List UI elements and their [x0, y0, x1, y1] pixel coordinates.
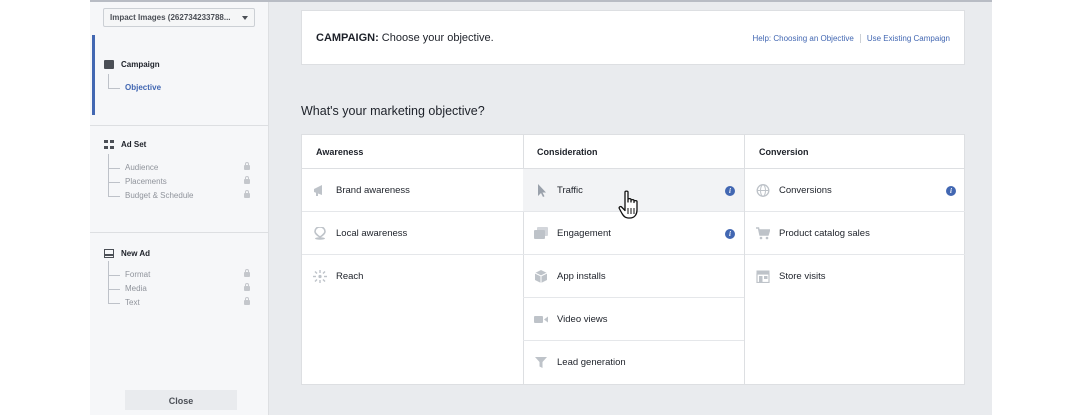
column-conversion: Conversion Conversions i Product catalog… — [745, 135, 965, 384]
video-camera-icon — [534, 316, 548, 323]
column-consideration: Consideration Traffic i Engagement i App… — [523, 135, 745, 384]
objective-lead-generation[interactable]: Lead generation — [523, 341, 744, 384]
campaign-steps: Objective — [108, 74, 258, 95]
hand-pointer-cursor-icon — [618, 190, 638, 219]
shopping-cart-icon — [756, 227, 770, 240]
objective-store-visits[interactable]: Store visits — [745, 255, 965, 298]
objective-product-catalog-sales[interactable]: Product catalog sales — [745, 212, 965, 255]
sidebar-section-new-ad: New Ad Format Media Text — [90, 232, 268, 333]
globe-icon — [756, 184, 770, 197]
objective-label: Brand awareness — [336, 185, 410, 196]
column-heading: Conversion — [745, 135, 965, 169]
engagement-icon — [534, 227, 548, 239]
header-links: Help: Choosing an Objective Use Existing … — [752, 34, 950, 44]
objective-reach[interactable]: Reach — [302, 255, 523, 298]
objective-label: Engagement — [557, 228, 611, 239]
divider — [859, 34, 861, 44]
section-heading: What's your marketing objective? — [301, 104, 485, 118]
page-title-rest: Choose your objective. — [378, 32, 494, 44]
objective-label: App installs — [557, 271, 606, 282]
sidebar-item-label: Objective — [125, 83, 162, 92]
objective-label: Local awareness — [336, 228, 408, 239]
objective-grid: Awareness Brand awareness Local awarenes… — [301, 134, 965, 385]
objective-label: Product catalog sales — [779, 228, 870, 239]
sidebar-item-label: Media — [125, 284, 147, 293]
ads-manager-window: Impact Images (262734233788... Campaign … — [90, 0, 992, 415]
sidebar-item-new-ad[interactable]: New Ad — [104, 249, 151, 259]
objective-label: Video views — [557, 314, 608, 325]
sidebar-item-ad-set[interactable]: Ad Set — [104, 140, 147, 150]
new-ad-steps: Format Media Text — [108, 261, 258, 310]
box-icon — [534, 270, 548, 283]
sidebar-item-audience: Audience — [108, 154, 258, 175]
ad-set-steps: Audience Placements Budget & Schedule — [108, 154, 258, 203]
sidebar-item-label: Budget & Schedule — [125, 191, 194, 200]
lock-icon — [244, 269, 250, 277]
grid-icon — [104, 140, 114, 150]
column-heading: Awareness — [302, 135, 523, 169]
lock-icon — [244, 190, 250, 198]
sidebar-item-campaign[interactable]: Campaign — [104, 60, 160, 70]
objective-label: Reach — [336, 271, 364, 282]
sidebar: Impact Images (262734233788... Campaign … — [90, 0, 269, 415]
store-icon — [756, 270, 770, 283]
help-choosing-objective-link[interactable]: Help: Choosing an Objective — [752, 34, 853, 43]
sidebar-item-text: Text — [108, 289, 258, 310]
folder-icon — [104, 60, 114, 70]
objective-brand-awareness[interactable]: Brand awareness — [302, 169, 523, 212]
close-button[interactable]: Close — [125, 390, 237, 410]
location-pin-icon — [314, 227, 326, 240]
window-top-border — [90, 0, 992, 2]
column-awareness: Awareness Brand awareness Local awarenes… — [302, 135, 524, 384]
megaphone-icon — [314, 185, 322, 196]
objective-label: Traffic — [557, 185, 583, 196]
use-existing-campaign-link[interactable]: Use Existing Campaign — [867, 34, 950, 43]
sidebar-item-label: Ad Set — [121, 140, 147, 149]
reach-burst-icon — [313, 270, 327, 283]
objective-video-views[interactable]: Video views — [523, 298, 744, 341]
lock-icon — [244, 297, 250, 305]
chevron-down-icon — [242, 16, 248, 20]
column-heading: Consideration — [523, 135, 744, 169]
active-section-indicator — [92, 35, 95, 115]
sidebar-item-placements: Placements — [108, 168, 258, 189]
sidebar-item-label: Format — [125, 270, 151, 279]
objective-label: Store visits — [779, 271, 826, 282]
sidebar-item-label: Audience — [125, 163, 159, 172]
funnel-icon — [535, 357, 547, 368]
info-icon[interactable]: i — [946, 186, 956, 196]
lock-icon — [244, 176, 250, 184]
sidebar-item-label: Placements — [125, 177, 167, 186]
sidebar-item-label: Campaign — [121, 60, 160, 69]
sidebar-item-budget-schedule: Budget & Schedule — [108, 182, 258, 203]
sidebar-section-ad-set: Ad Set Audience Placements Budget & Sche… — [90, 125, 268, 226]
account-select[interactable]: Impact Images (262734233788... — [103, 8, 255, 27]
account-select-label: Impact Images (262734233788... — [110, 13, 231, 22]
campaign-header-card: CAMPAIGN: Choose your objective. Help: C… — [301, 10, 965, 65]
sidebar-item-label: New Ad — [121, 249, 151, 258]
objective-conversions[interactable]: Conversions i — [745, 169, 965, 212]
page-title-bold: CAMPAIGN: — [316, 32, 379, 44]
sidebar-item-format: Format — [108, 261, 258, 282]
sidebar-item-media: Media — [108, 275, 258, 296]
page-title: CAMPAIGN: Choose your objective. — [316, 32, 494, 44]
info-icon[interactable]: i — [725, 186, 735, 196]
lock-icon — [244, 283, 250, 291]
sidebar-item-objective[interactable]: Objective — [108, 74, 258, 95]
cursor-arrow-icon — [538, 184, 546, 197]
objective-label: Conversions — [779, 185, 832, 196]
sidebar-item-label: Text — [125, 298, 140, 307]
lock-icon — [244, 162, 250, 170]
objective-label: Lead generation — [557, 357, 626, 368]
ad-window-icon — [104, 249, 114, 259]
objective-local-awareness[interactable]: Local awareness — [302, 212, 523, 255]
sidebar-section-campaign: Campaign Objective — [90, 35, 268, 115]
info-icon[interactable]: i — [725, 229, 735, 239]
objective-app-installs[interactable]: App installs — [523, 255, 744, 298]
